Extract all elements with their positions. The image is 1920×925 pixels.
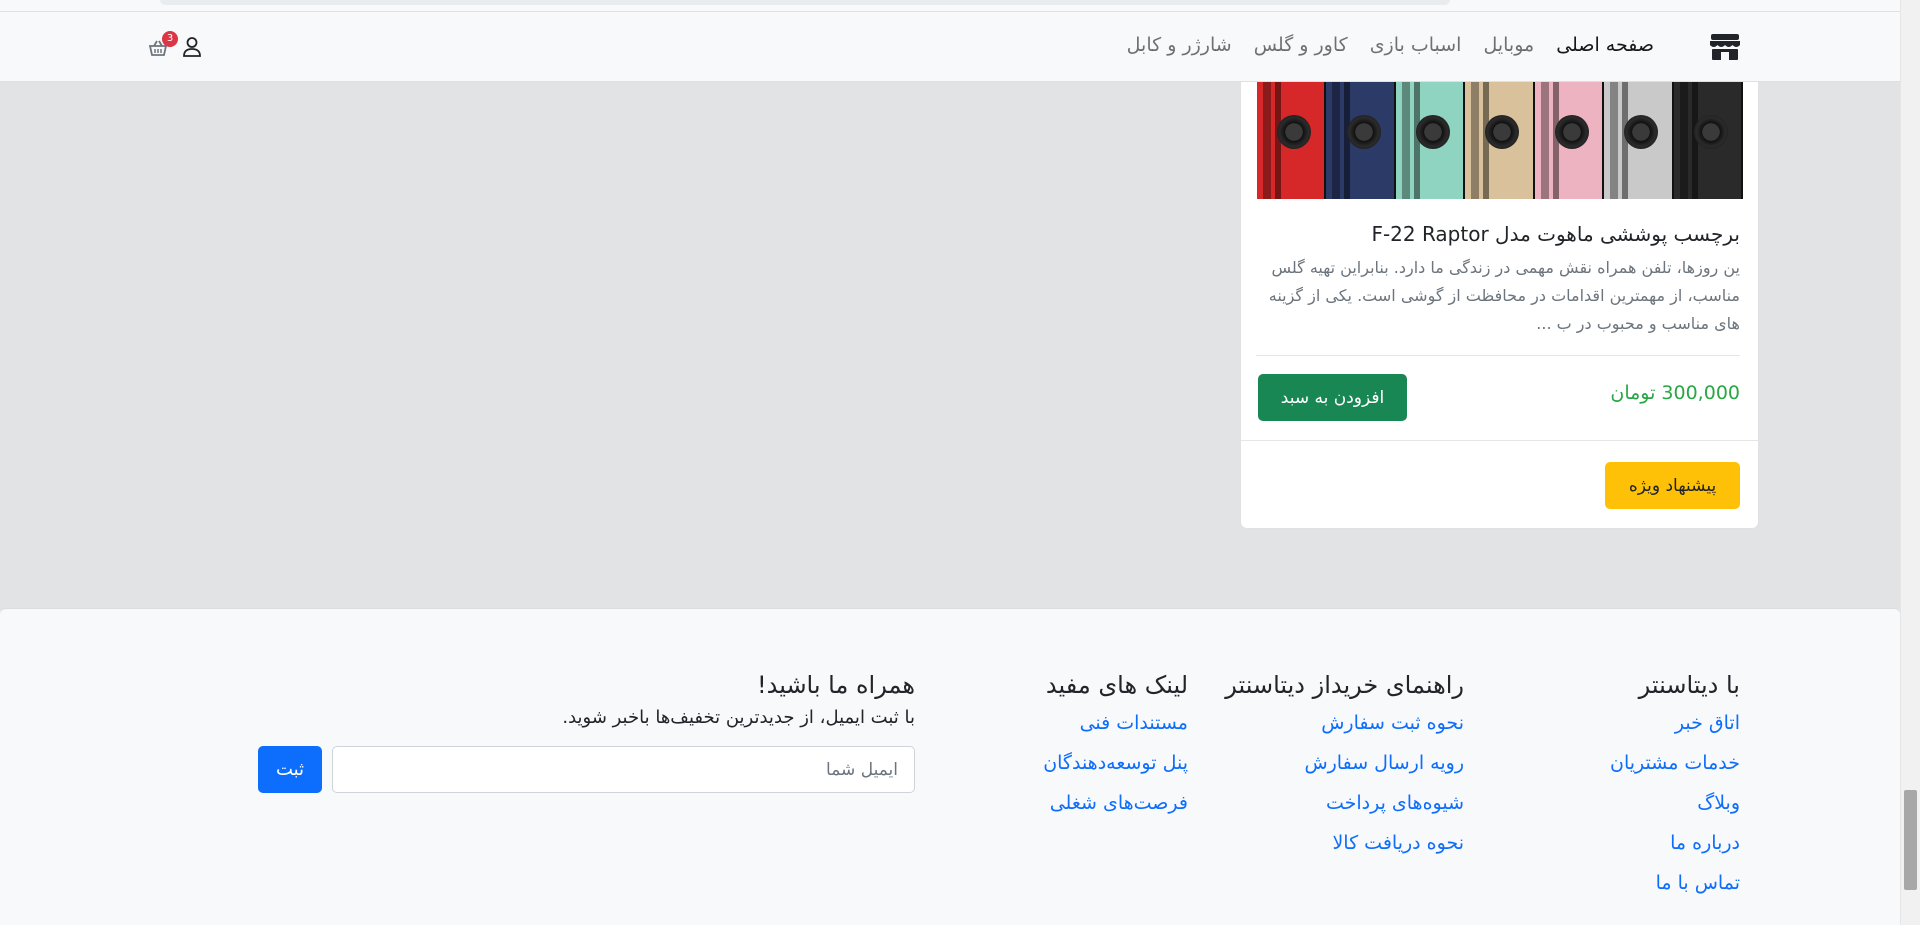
phone-case-variant — [1604, 82, 1674, 199]
footer-link-payment[interactable]: شیوه‌های پرداخت — [1326, 792, 1464, 814]
footer-link-about-us[interactable]: درباره ما — [1670, 832, 1740, 854]
newsletter-description: با ثبت ایمیل، از جدیدترین تخفیف‌ها باخبر… — [562, 707, 915, 728]
product-image[interactable] — [1257, 82, 1743, 199]
footer-newsletter: همراه ما باشید! با ثبت ایمیل، از جدیدتری… — [235, 671, 915, 793]
product-description: ین روزها، تلفن همراه نقش مهمی در زندگی م… — [1268, 258, 1740, 333]
email-field[interactable] — [332, 746, 915, 793]
footer-link-delivery[interactable]: نحوه دریافت کالا — [1332, 832, 1464, 854]
footer-link-order-guide[interactable]: نحوه ثبت سفارش — [1321, 712, 1464, 734]
top-strip — [0, 0, 1900, 12]
footer-col-title: لینک های مفید — [1045, 671, 1188, 699]
phone-case-variant — [1326, 82, 1396, 199]
page: صفحه اصلی موبایل اسباب بازی کاور و گلس ش… — [0, 0, 1920, 925]
footer-link-customer-service[interactable]: خدمات مشتریان — [1610, 752, 1740, 774]
product-card-body: برچسب پوششی ماهوت مدل F-22 Raptor ین روز… — [1255, 222, 1740, 338]
footer-link-shipping[interactable]: رویه ارسال سفارش — [1304, 752, 1464, 774]
footer-link-careers[interactable]: فرصت‌های شغلی — [1050, 792, 1188, 814]
phone-case-variant — [1673, 82, 1743, 199]
footer-col-title: با دیتاسنتر — [1638, 671, 1740, 699]
divider — [1256, 355, 1740, 356]
phone-case-variant — [1257, 82, 1327, 199]
phone-case-variant — [1534, 82, 1605, 199]
phone-case-variant — [1465, 82, 1535, 199]
nav-link-home[interactable]: صفحه اصلی — [1556, 34, 1654, 56]
footer-col-about: با دیتاسنتر اتاق خبر خدمات مشتریان وبلاگ… — [1610, 671, 1740, 899]
special-offer-button[interactable]: پیشنهاد ویژه — [1605, 462, 1740, 509]
shop-icon[interactable] — [1708, 32, 1742, 62]
page-scrollbar[interactable] — [1900, 0, 1920, 925]
product-title[interactable]: برچسب پوششی ماهوت مدل F-22 Raptor — [1255, 222, 1740, 246]
footer: با دیتاسنتر اتاق خبر خدمات مشتریان وبلاگ… — [0, 608, 1900, 925]
top-strip-bar — [160, 0, 1450, 5]
nav-icons: 3 — [148, 31, 204, 58]
footer-link-contact-us[interactable]: تماس با ما — [1656, 872, 1740, 894]
footer-link-blog[interactable]: وبلاگ — [1697, 792, 1740, 814]
nav-link-cover-glass[interactable]: کاور و گلس — [1254, 34, 1348, 56]
person-icon[interactable] — [182, 36, 204, 58]
newsletter-form: ثبت — [235, 746, 915, 793]
add-to-cart-button[interactable]: افزودن به سبد — [1258, 374, 1407, 421]
footer-link-newsroom[interactable]: اتاق خبر — [1675, 712, 1740, 734]
card-footer-divider — [1241, 440, 1758, 441]
newsletter-title: همراه ما باشید! — [756, 671, 915, 699]
basket-icon[interactable]: 3 — [148, 31, 178, 58]
phone-case-variant — [1395, 82, 1466, 199]
footer-col-guide: راهنمای خریداز دیتاسنتر نحوه ثبت سفارش ر… — [1225, 671, 1464, 859]
nav-links: صفحه اصلی موبایل اسباب بازی کاور و گلس ش… — [1127, 34, 1654, 56]
product-price: 300,000 تومان — [1610, 382, 1740, 404]
footer-col-useful-links: لینک های مفید مستندات فنی پنل توسعه‌دهند… — [1043, 671, 1188, 819]
cart-count-badge: 3 — [162, 31, 178, 47]
nav-link-charger-cable[interactable]: شارژر و کابل — [1127, 34, 1232, 56]
footer-link-docs[interactable]: مستندات فنی — [1080, 712, 1188, 734]
nav-link-toys[interactable]: اسباب بازی — [1370, 34, 1462, 56]
product-card: برچسب پوششی ماهوت مدل F-22 Raptor ین روز… — [1240, 82, 1759, 529]
footer-link-developer-panel[interactable]: پنل توسعه‌دهندگان — [1043, 752, 1188, 774]
subscribe-button[interactable]: ثبت — [258, 746, 322, 793]
footer-col-title: راهنمای خریداز دیتاسنتر — [1225, 671, 1464, 699]
scrollbar-thumb[interactable] — [1904, 790, 1917, 890]
nav-link-mobile[interactable]: موبایل — [1483, 34, 1534, 56]
navbar: صفحه اصلی موبایل اسباب بازی کاور و گلس ش… — [0, 12, 1900, 82]
